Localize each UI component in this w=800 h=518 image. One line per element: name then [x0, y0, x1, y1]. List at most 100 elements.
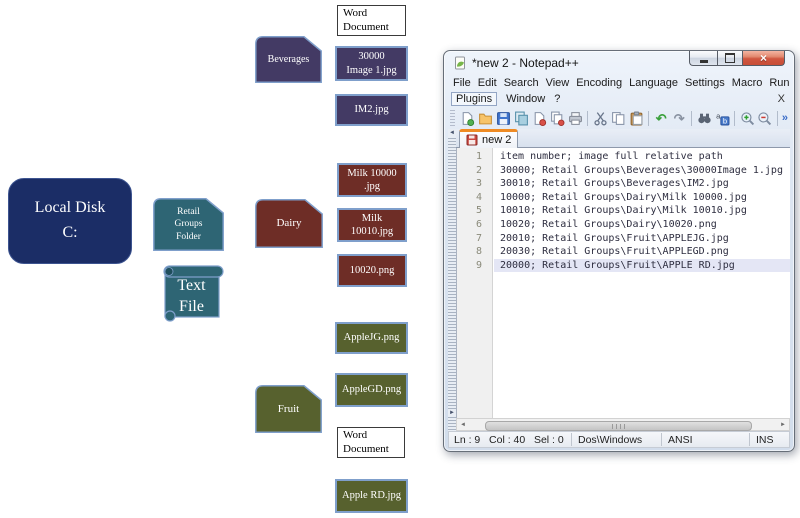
line-number: 3 — [475, 178, 482, 190]
screenshot-canvas: { "colors": { "root_navy": "#1b2d66", "t… — [0, 0, 800, 518]
line-number: 2 — [475, 164, 482, 176]
save-all-icon — [515, 111, 529, 125]
dairy-folder-label: Dairy — [276, 217, 302, 230]
menu-run[interactable]: Run — [769, 77, 789, 89]
text-line: item number; image full relative path — [500, 151, 723, 162]
copy-icon — [611, 111, 625, 125]
text-file-label: Text File — [177, 277, 206, 315]
undo-button[interactable]: ↶ — [653, 110, 669, 127]
text-line: 10000; Retail Groups\Dairy\Milk 10000.jp… — [500, 191, 747, 203]
close-icon: × — [759, 51, 767, 65]
dock-expand-right-icon[interactable]: ► — [448, 409, 456, 417]
toolbar-separator — [776, 110, 778, 126]
menu-settings[interactable]: Settings — [685, 77, 725, 89]
dock-collapse-left-icon[interactable]: ◄ — [448, 129, 456, 137]
menu-edit[interactable]: Edit — [478, 77, 497, 89]
dock-splitter[interactable] — [448, 129, 456, 431]
copy-button[interactable] — [610, 110, 626, 127]
status-eol-format: Dos\Windows — [578, 434, 643, 446]
file-box-milk10000: Milk 10000 .jpg — [337, 163, 407, 197]
status-separator — [749, 433, 750, 446]
menu-language[interactable]: Language — [629, 77, 678, 89]
text-editor[interactable]: 1 2 3 4 5 6 7 8 9 item number; image ful… — [456, 148, 790, 418]
code-lines: item number; image full relative path 30… — [494, 148, 790, 418]
menu-plugins[interactable]: Plugins — [451, 91, 498, 106]
scroll-right-arrow-icon[interactable]: ► — [778, 420, 788, 429]
text-line: 20030; Retail Groups\Fruit\APPLEGD.png — [500, 246, 729, 258]
text-line: 30000; Retail Groups\Beverages\30000Imag… — [500, 164, 783, 176]
close-all-files-icon — [551, 111, 565, 126]
toolbar-grip[interactable] — [450, 110, 455, 126]
tab-label: new 2 — [482, 134, 512, 146]
close-button[interactable]: × — [743, 51, 785, 66]
replace-button[interactable]: a b — [714, 110, 730, 127]
notepad-window: *new 2 - Notepad++ × File Edit Search Vi… — [443, 50, 795, 452]
find-button[interactable] — [696, 110, 712, 127]
text-line: 10020; Retail Groups\Dairy\10020.png — [500, 218, 717, 230]
text-line: 30010; Retail Groups\Beverages\IM2.jpg — [500, 178, 729, 190]
tab-new-2[interactable]: new 2 — [459, 129, 519, 148]
new-file-button[interactable] — [460, 110, 476, 127]
status-bar: Ln : 9 Col : 40 Sel : 0 Dos\Windows ANSI… — [448, 431, 790, 448]
local-disk-label: Local Disk C: — [34, 199, 106, 241]
save-button[interactable] — [496, 110, 512, 127]
horizontal-scrollbar[interactable]: ◄ ► — [456, 418, 790, 431]
window-title: *new 2 - Notepad++ — [472, 56, 579, 70]
menu-view[interactable]: View — [546, 77, 570, 89]
close-file-icon — [534, 111, 547, 126]
menu-file[interactable]: File — [453, 77, 471, 89]
minimize-button[interactable] — [689, 51, 717, 66]
save-all-button[interactable] — [514, 110, 530, 127]
notepad-app-icon — [455, 56, 465, 70]
close-all-files-button[interactable] — [550, 110, 566, 127]
local-disk-node: Local Disk C: — [8, 178, 132, 264]
menu-window[interactable]: Window — [506, 93, 545, 105]
titlebar[interactable]: *new 2 - Notepad++ — [453, 54, 579, 72]
save-icon — [497, 111, 511, 125]
redo-icon: ↷ — [673, 110, 685, 126]
scrollbar-thumb[interactable] — [485, 420, 752, 431]
menu-encoding[interactable]: Encoding — [576, 77, 622, 89]
file-box-milk10010: Milk 10010.jpg — [337, 208, 407, 242]
zoom-in-button[interactable] — [739, 110, 755, 127]
cut-button[interactable] — [592, 110, 608, 127]
redo-button[interactable]: ↷ — [671, 110, 687, 127]
file-box-applegd: AppleGD.png — [335, 373, 408, 407]
text-file-node: Text File — [158, 264, 225, 322]
open-folder-button[interactable] — [478, 110, 494, 127]
undo-icon: ↶ — [655, 110, 667, 126]
paste-icon — [630, 111, 643, 125]
menu-close-x[interactable]: X — [778, 93, 785, 105]
scroll-left-arrow-icon[interactable]: ◄ — [458, 420, 468, 429]
svg-text:a: a — [716, 111, 721, 120]
word-document-box-beverages: Word Document — [337, 5, 406, 36]
paste-button[interactable] — [628, 110, 644, 127]
print-icon — [569, 111, 582, 125]
menu-help[interactable]: ? — [554, 93, 560, 105]
menubar-row1: File Edit Search View Encoding Language … — [453, 75, 790, 90]
toolbar-separator — [691, 110, 693, 126]
text-line: 10010; Retail Groups\Dairy\Milk 10010.jp… — [500, 205, 747, 217]
zoom-out-button[interactable] — [757, 110, 773, 127]
status-cursor-position: Ln : 9 Col : 40 Sel : 0 — [454, 434, 564, 446]
find-icon — [698, 113, 711, 123]
print-button[interactable] — [568, 110, 584, 127]
maximize-button[interactable] — [717, 51, 743, 66]
dairy-folder-node: Dairy — [255, 199, 323, 248]
retail-groups-folder-label: Retail Groups Folder — [174, 206, 203, 242]
toolbar-separator — [648, 110, 650, 126]
line-number: 5 — [475, 205, 482, 217]
cut-icon — [594, 111, 607, 125]
toolbar: ↶ ↷ a b » — [450, 108, 788, 128]
toolbar-overflow-chevron[interactable]: » — [782, 112, 788, 124]
new-file-icon — [462, 111, 475, 126]
menu-macro[interactable]: Macro — [732, 77, 763, 89]
toolbar-separator — [587, 110, 589, 126]
file-box-10020: 10020.png — [337, 254, 407, 287]
tab-bar: new 2 — [456, 129, 790, 148]
status-encoding: ANSI — [668, 434, 693, 446]
zoom-in-icon — [740, 111, 754, 125]
menu-search[interactable]: Search — [504, 77, 539, 89]
line-number: 8 — [475, 246, 482, 258]
close-file-button[interactable] — [532, 110, 548, 127]
